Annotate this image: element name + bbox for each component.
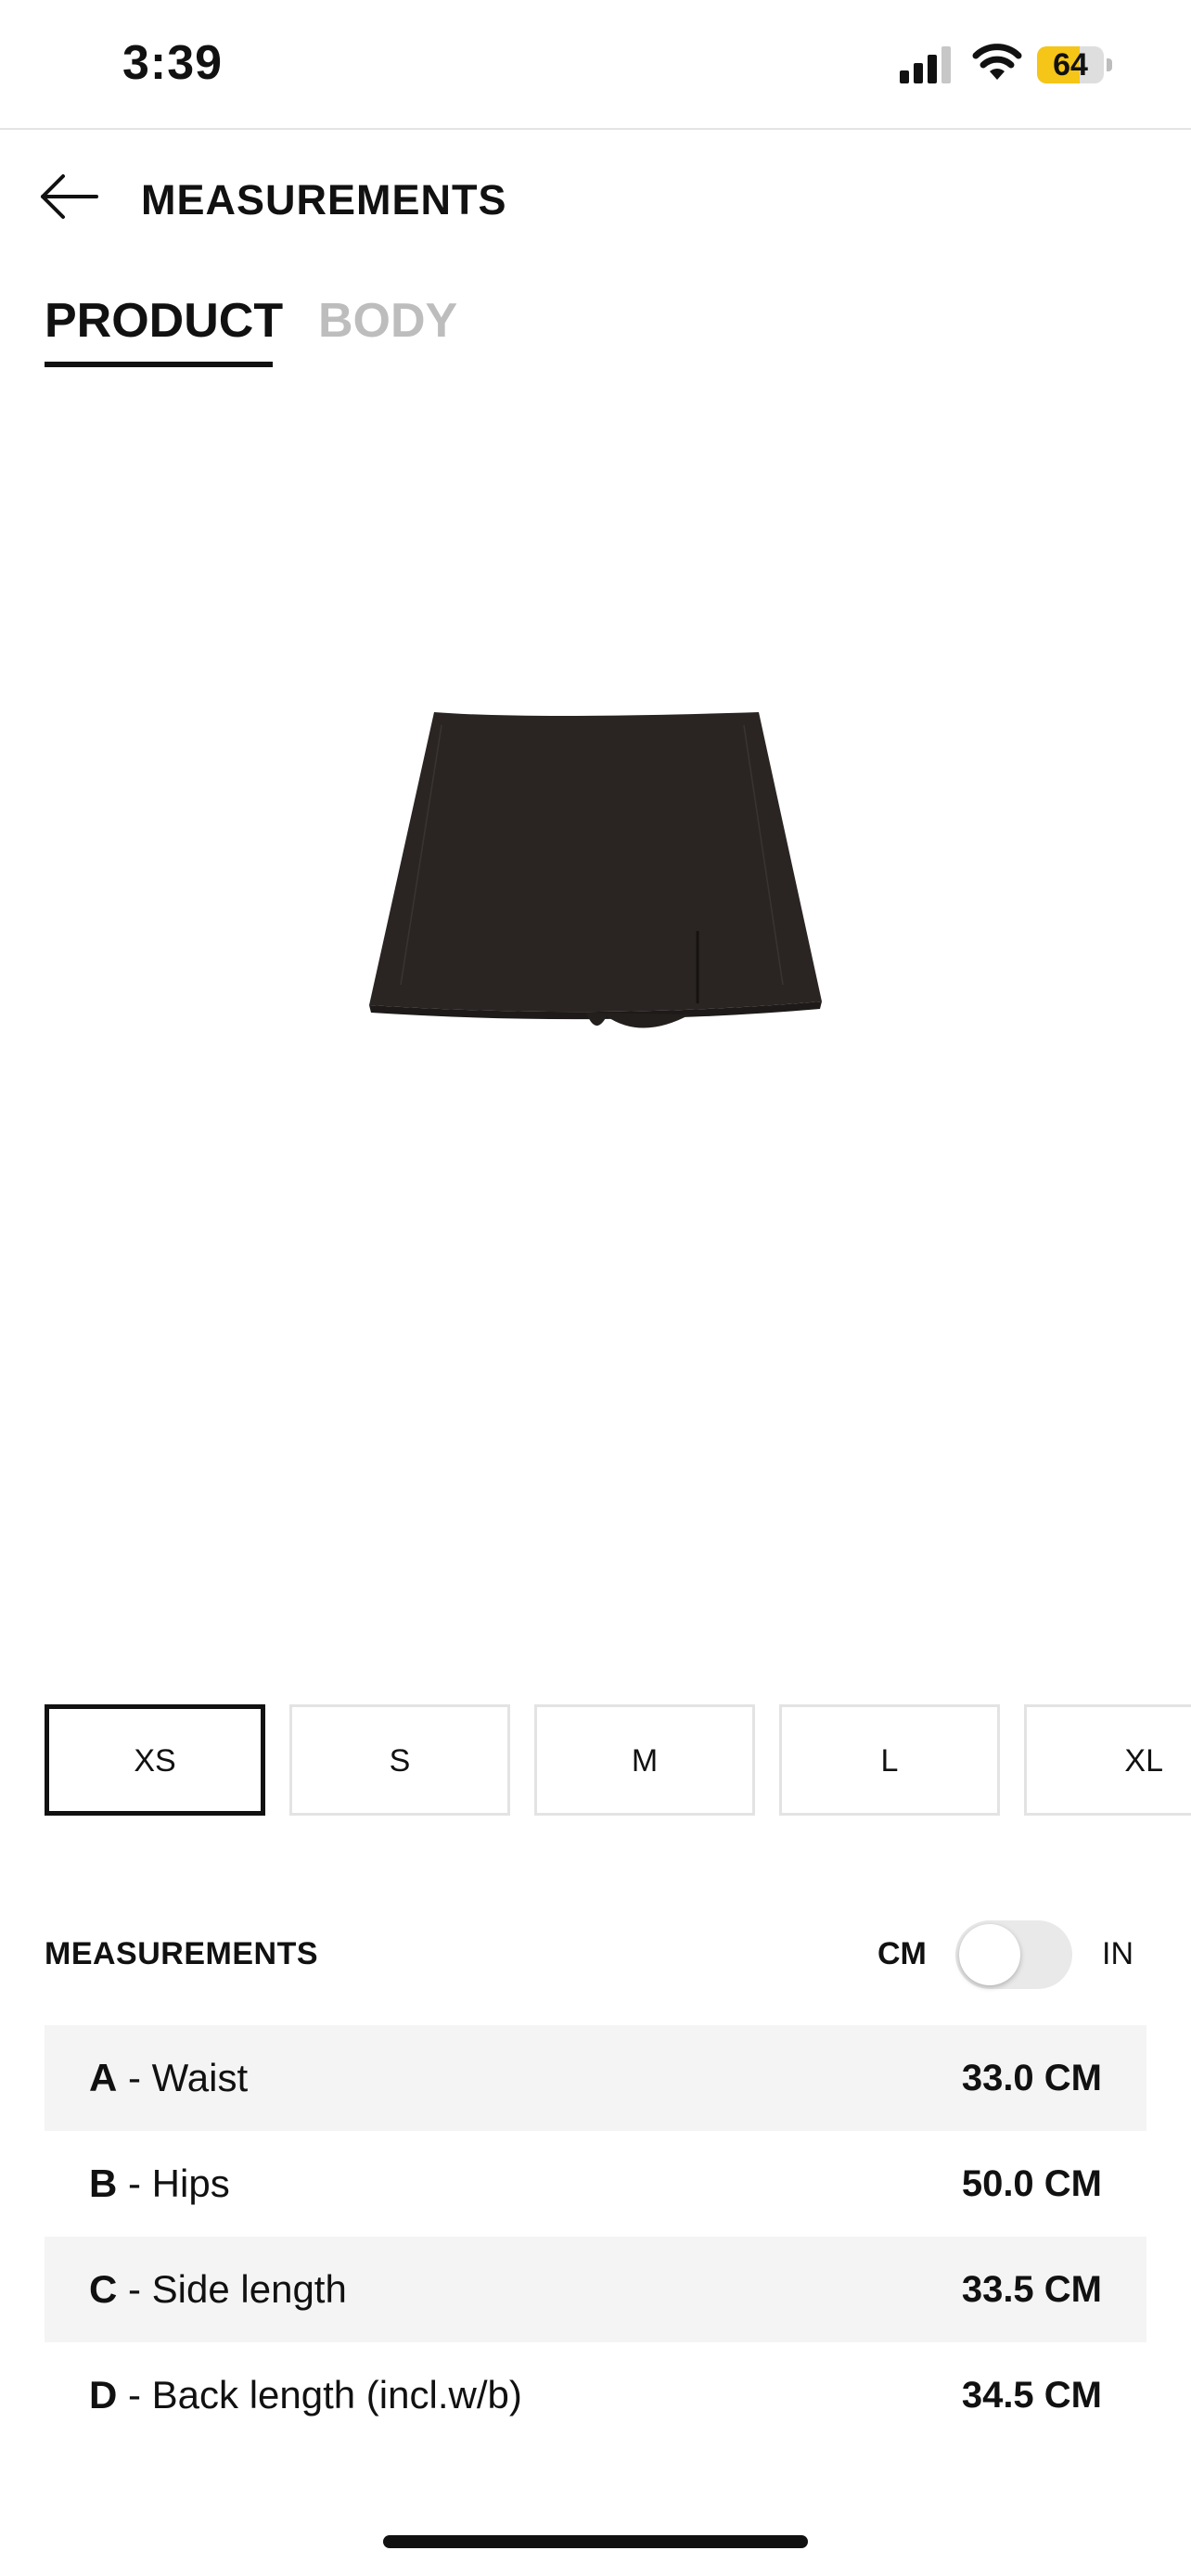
- cellular-signal-icon: [900, 46, 951, 83]
- battery-body: 64: [1037, 46, 1104, 83]
- measurement-row: D - Back length (incl.w/b) 34.5 CM: [45, 2342, 1146, 2448]
- product-image: [369, 712, 822, 1028]
- battery-cap: [1107, 58, 1112, 71]
- toggle-knob: [959, 1924, 1020, 1985]
- page-title: MEASUREMENTS: [141, 176, 507, 223]
- measurement-letter: A: [89, 2056, 118, 2099]
- measurement-value: 34.5 CM: [961, 2375, 1102, 2416]
- tab-product[interactable]: PRODUCT: [45, 293, 283, 349]
- measurement-letter: C: [89, 2267, 118, 2311]
- measurement-label: D - Back length (incl.w/b): [89, 2342, 522, 2448]
- arrow-left-icon: [41, 174, 98, 219]
- battery-level: 64: [1053, 47, 1088, 83]
- size-option-xl[interactable]: XL: [1024, 1704, 1191, 1816]
- size-option-s[interactable]: S: [289, 1704, 510, 1816]
- measurement-value: 33.0 CM: [961, 2058, 1102, 2098]
- size-option-l[interactable]: L: [779, 1704, 1000, 1816]
- measurement-name: - Side length: [117, 2267, 347, 2311]
- measurement-row: C - Side length 33.5 CM: [45, 2237, 1146, 2342]
- measurements-title: MEASUREMENTS: [45, 1936, 319, 1971]
- unit-toggle[interactable]: [955, 1920, 1072, 1989]
- measurement-label: C - Side length: [89, 2237, 347, 2342]
- active-tab-indicator: [45, 362, 273, 367]
- size-option-xs[interactable]: XS: [45, 1704, 265, 1816]
- battery-icon: 64: [1037, 46, 1113, 83]
- measurement-value: 50.0 CM: [961, 2163, 1102, 2204]
- wifi-icon: [972, 44, 1022, 80]
- measurement-letter: B: [89, 2162, 118, 2205]
- status-bar: 3:39 64: [0, 0, 1191, 128]
- back-button[interactable]: [37, 167, 104, 226]
- home-indicator[interactable]: [383, 2535, 808, 2548]
- measurement-row: A - Waist 33.0 CM: [45, 2025, 1146, 2131]
- measurement-value: 33.5 CM: [961, 2269, 1102, 2310]
- size-option-m[interactable]: M: [534, 1704, 755, 1816]
- unit-label-in: IN: [1102, 1936, 1133, 1971]
- measurement-letter: D: [89, 2373, 118, 2417]
- tab-body[interactable]: BODY: [318, 293, 457, 349]
- status-time: 3:39: [122, 36, 224, 90]
- measurement-label: B - Hips: [89, 2131, 230, 2237]
- measurement-name: - Back length (incl.w/b): [117, 2373, 522, 2417]
- header-divider: [0, 128, 1191, 130]
- measurement-row: B - Hips 50.0 CM: [45, 2131, 1146, 2237]
- unit-label-cm: CM: [877, 1936, 927, 1971]
- measurement-name: - Waist: [117, 2056, 249, 2099]
- measurement-label: A - Waist: [89, 2025, 248, 2131]
- measurement-name: - Hips: [117, 2162, 230, 2205]
